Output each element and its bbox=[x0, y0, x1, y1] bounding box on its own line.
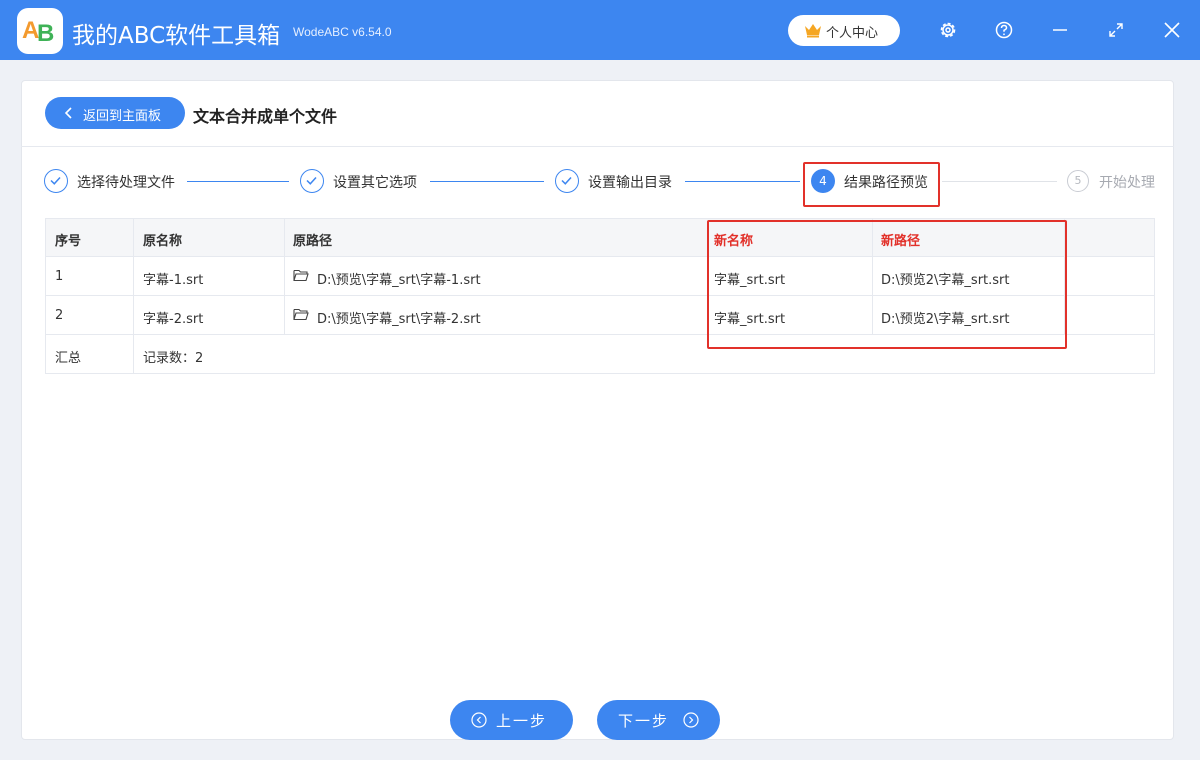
column-divider bbox=[284, 219, 285, 335]
highlight-box-current-step bbox=[803, 162, 940, 207]
close-icon[interactable] bbox=[1160, 18, 1184, 42]
column-header-original-path: 原路径 bbox=[293, 234, 333, 249]
column-divider bbox=[133, 219, 134, 373]
gear-icon[interactable] bbox=[936, 18, 960, 42]
summary-label: 汇总 bbox=[55, 351, 82, 366]
step-connector bbox=[430, 181, 544, 182]
previous-step-label: 上一步 bbox=[496, 712, 548, 730]
step-connector bbox=[942, 181, 1057, 182]
next-step-button[interactable]: 下一步 bbox=[597, 700, 720, 740]
cell-original-name: 字幕-1.srt bbox=[143, 273, 204, 288]
cell-original-path: D:\预览\字幕_srt\字幕-1.srt bbox=[317, 273, 481, 288]
highlight-box-new-columns bbox=[707, 220, 1067, 349]
header-divider bbox=[21, 146, 1174, 147]
logo-letter-b: B bbox=[37, 20, 55, 47]
help-icon[interactable] bbox=[992, 18, 1016, 42]
step-3-check-icon bbox=[555, 169, 579, 193]
user-center-button[interactable]: 个人中心 bbox=[788, 15, 900, 46]
step-5-label: 开始处理 bbox=[1099, 175, 1155, 191]
next-step-label: 下一步 bbox=[618, 712, 670, 730]
previous-step-button[interactable]: 上一步 bbox=[450, 700, 573, 740]
page-title: 文本合并成单个文件 bbox=[193, 107, 338, 126]
folder-icon[interactable] bbox=[293, 269, 309, 282]
back-button-label: 返回到主面板 bbox=[83, 109, 162, 124]
step-connector bbox=[685, 181, 800, 182]
step-2-check-icon bbox=[300, 169, 324, 193]
crown-icon bbox=[805, 24, 821, 38]
app-logo: A B bbox=[17, 8, 63, 54]
step-5-number: 5 bbox=[1067, 170, 1089, 192]
folder-icon[interactable] bbox=[293, 308, 309, 321]
chevron-left-icon bbox=[64, 107, 72, 119]
maximize-icon[interactable] bbox=[1104, 18, 1128, 42]
column-header-index: 序号 bbox=[55, 234, 82, 249]
step-connector bbox=[187, 181, 289, 182]
step-2-label: 设置其它选项 bbox=[333, 175, 417, 191]
app-title: 我的ABC软件工具箱 bbox=[72, 23, 281, 49]
summary-record-count: 记录数：2 bbox=[143, 351, 204, 366]
step-3-label: 设置输出目录 bbox=[588, 175, 672, 191]
cell-index: 1 bbox=[55, 269, 64, 284]
user-center-label: 个人中心 bbox=[826, 26, 879, 41]
chevron-right-circle-icon bbox=[683, 712, 699, 728]
cell-original-path: D:\预览\字幕_srt\字幕-2.srt bbox=[317, 312, 481, 327]
cell-original-name: 字幕-2.srt bbox=[143, 312, 204, 327]
minimize-icon[interactable] bbox=[1048, 18, 1072, 42]
cell-index: 2 bbox=[55, 308, 64, 323]
title-bar: A B 我的ABC软件工具箱 WodeABC v6.54.0 个人中心 bbox=[0, 0, 1200, 60]
column-header-original-name: 原名称 bbox=[143, 234, 183, 249]
app-version: WodeABC v6.54.0 bbox=[293, 25, 392, 39]
back-to-main-button[interactable]: 返回到主面板 bbox=[45, 97, 185, 129]
step-1-check-icon bbox=[44, 169, 68, 193]
chevron-left-circle-icon bbox=[471, 712, 487, 728]
step-1-label: 选择待处理文件 bbox=[77, 175, 175, 191]
